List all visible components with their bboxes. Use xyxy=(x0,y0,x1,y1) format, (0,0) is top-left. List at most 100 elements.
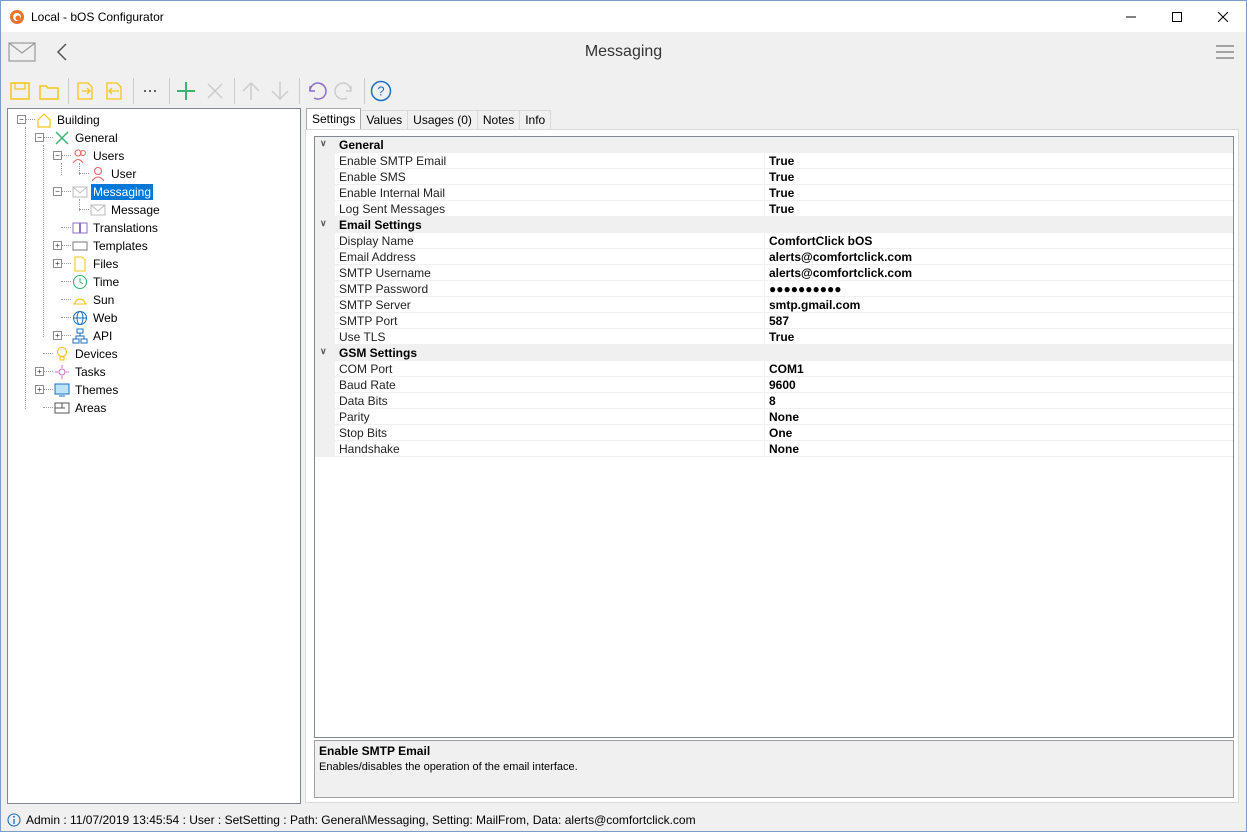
tree-item-areas[interactable]: Areas xyxy=(53,399,108,417)
tree-item-tasks[interactable]: Tasks xyxy=(53,363,108,381)
property-row[interactable]: Parity None xyxy=(315,409,1233,425)
row-gutter xyxy=(315,185,335,201)
row-gutter xyxy=(315,169,335,185)
redo-button[interactable] xyxy=(332,78,358,104)
tree-item-templates[interactable]: Templates xyxy=(71,237,150,255)
property-value[interactable]: True xyxy=(769,186,794,200)
property-value[interactable]: 8 xyxy=(769,394,776,408)
export-button[interactable] xyxy=(72,78,98,104)
property-row[interactable]: Enable SMTP Email True xyxy=(315,153,1233,169)
delete-button[interactable] xyxy=(202,78,228,104)
collapse-chevron-icon[interactable]: ∨ xyxy=(320,138,332,149)
open-folder-button[interactable] xyxy=(36,78,62,104)
help-button[interactable]: ? xyxy=(368,78,394,104)
tree-expand-toggle[interactable]: + xyxy=(35,385,44,394)
tree-item-themes[interactable]: Themes xyxy=(53,381,120,399)
tab-settings[interactable]: Settings xyxy=(306,108,362,129)
tree-item-files[interactable]: Files xyxy=(71,255,120,273)
property-value[interactable]: 9600 xyxy=(769,378,796,392)
property-row[interactable]: Handshake None xyxy=(315,441,1233,457)
property-value[interactable]: None xyxy=(769,442,799,456)
tree-collapse-toggle[interactable]: − xyxy=(53,187,62,196)
property-row[interactable]: Use TLS True xyxy=(315,329,1233,345)
tree-collapse-toggle[interactable]: − xyxy=(35,133,44,142)
tree-item-devices[interactable]: Devices xyxy=(53,345,120,363)
tab-strip: Settings Values Usages (0) Notes Info xyxy=(306,108,552,130)
tree-item-time[interactable]: Time xyxy=(71,273,121,291)
property-row[interactable]: COM Port COM1 xyxy=(315,361,1233,377)
tasks-icon xyxy=(53,364,71,380)
property-value[interactable]: alerts@comfortclick.com xyxy=(769,250,912,264)
hamburger-menu-icon[interactable] xyxy=(1216,44,1234,60)
tree-item-message[interactable]: Message xyxy=(89,201,162,219)
tree-collapse-toggle[interactable]: − xyxy=(53,151,62,160)
property-value[interactable]: True xyxy=(769,330,794,344)
category-gsm-settings[interactable]: ∨ GSM Settings xyxy=(315,345,1233,361)
move-down-button[interactable] xyxy=(267,78,293,104)
property-value[interactable]: 587 xyxy=(769,314,789,328)
tree-expand-toggle[interactable]: + xyxy=(35,367,44,376)
tree-item-web[interactable]: Web xyxy=(71,309,119,327)
tree-collapse-toggle[interactable]: − xyxy=(17,115,26,124)
close-button[interactable] xyxy=(1200,1,1246,32)
undo-button[interactable] xyxy=(303,78,329,104)
move-up-button[interactable] xyxy=(238,78,264,104)
category-email-settings[interactable]: ∨ Email Settings xyxy=(315,217,1233,233)
property-row[interactable]: Data Bits 8 xyxy=(315,393,1233,409)
bos-logo-icon xyxy=(10,9,24,24)
property-value[interactable]: ComfortClick bOS xyxy=(769,234,872,248)
property-value[interactable]: smtp.gmail.com xyxy=(769,298,860,312)
tree-item-messaging[interactable]: Messaging xyxy=(71,183,154,201)
property-value[interactable]: True xyxy=(769,154,794,168)
tree-item-sun[interactable]: Sun xyxy=(71,291,116,309)
tree-item-users[interactable]: Users xyxy=(71,147,126,165)
add-button[interactable] xyxy=(173,78,199,104)
maximize-button[interactable] xyxy=(1154,1,1200,32)
close-icon xyxy=(1218,11,1228,22)
property-name: Baud Rate xyxy=(339,378,396,392)
tree-item-user[interactable]: User xyxy=(89,165,138,183)
svg-text:?: ? xyxy=(377,84,384,99)
password-value[interactable]: ●●●●●●●●●● xyxy=(769,282,841,296)
lightbulb-icon xyxy=(53,346,71,362)
minimize-button[interactable] xyxy=(1108,1,1154,32)
property-row[interactable]: Stop Bits One xyxy=(315,425,1233,441)
tab-info[interactable]: Info xyxy=(519,110,552,129)
tree-expand-toggle[interactable]: + xyxy=(53,241,62,250)
collapse-chevron-icon[interactable]: ∨ xyxy=(320,218,332,229)
property-value[interactable]: None xyxy=(769,410,799,424)
property-row[interactable]: SMTP Port 587 xyxy=(315,313,1233,329)
save-button[interactable] xyxy=(7,78,33,104)
property-row[interactable]: Email Address alerts@comfortclick.com xyxy=(315,249,1233,265)
tab-usages[interactable]: Usages (0) xyxy=(407,110,478,129)
property-row[interactable]: SMTP Server smtp.gmail.com xyxy=(315,297,1233,313)
property-value[interactable]: alerts@comfortclick.com xyxy=(769,266,912,280)
property-row[interactable]: SMTP Password ●●●●●●●●●● xyxy=(315,281,1233,297)
more-button[interactable] xyxy=(137,78,163,104)
property-row[interactable]: Display Name ComfortClick bOS xyxy=(315,233,1233,249)
tab-notes[interactable]: Notes xyxy=(476,110,521,129)
property-row[interactable]: Enable Internal Mail True xyxy=(315,185,1233,201)
column-divider xyxy=(764,201,765,217)
property-value[interactable]: One xyxy=(769,426,792,440)
tree-item-building[interactable]: Building xyxy=(35,111,102,129)
property-value[interactable]: True xyxy=(769,170,794,184)
tree-item-api[interactable]: API xyxy=(71,327,114,345)
collapse-chevron-icon[interactable]: ∨ xyxy=(320,346,332,357)
tree-item-general[interactable]: General xyxy=(53,129,120,147)
property-name: Enable SMTP Email xyxy=(339,154,447,168)
property-row[interactable]: SMTP Username alerts@comfortclick.com xyxy=(315,265,1233,281)
property-row[interactable]: Log Sent Messages True xyxy=(315,201,1233,217)
import-button[interactable] xyxy=(101,78,127,104)
app-window: Local - bOS Configurator Messaging ? − −… xyxy=(0,0,1247,832)
tree-expand-toggle[interactable]: + xyxy=(53,331,62,340)
property-value[interactable]: True xyxy=(769,202,794,216)
redo-icon xyxy=(334,82,352,100)
property-row[interactable]: Enable SMS True xyxy=(315,169,1233,185)
property-value[interactable]: COM1 xyxy=(769,362,804,376)
property-row[interactable]: Baud Rate 9600 xyxy=(315,377,1233,393)
category-general[interactable]: ∨ General xyxy=(315,137,1233,153)
tab-values[interactable]: Values xyxy=(360,110,409,129)
tree-item-translations[interactable]: Translations xyxy=(71,219,160,237)
tree-expand-toggle[interactable]: + xyxy=(53,259,62,268)
